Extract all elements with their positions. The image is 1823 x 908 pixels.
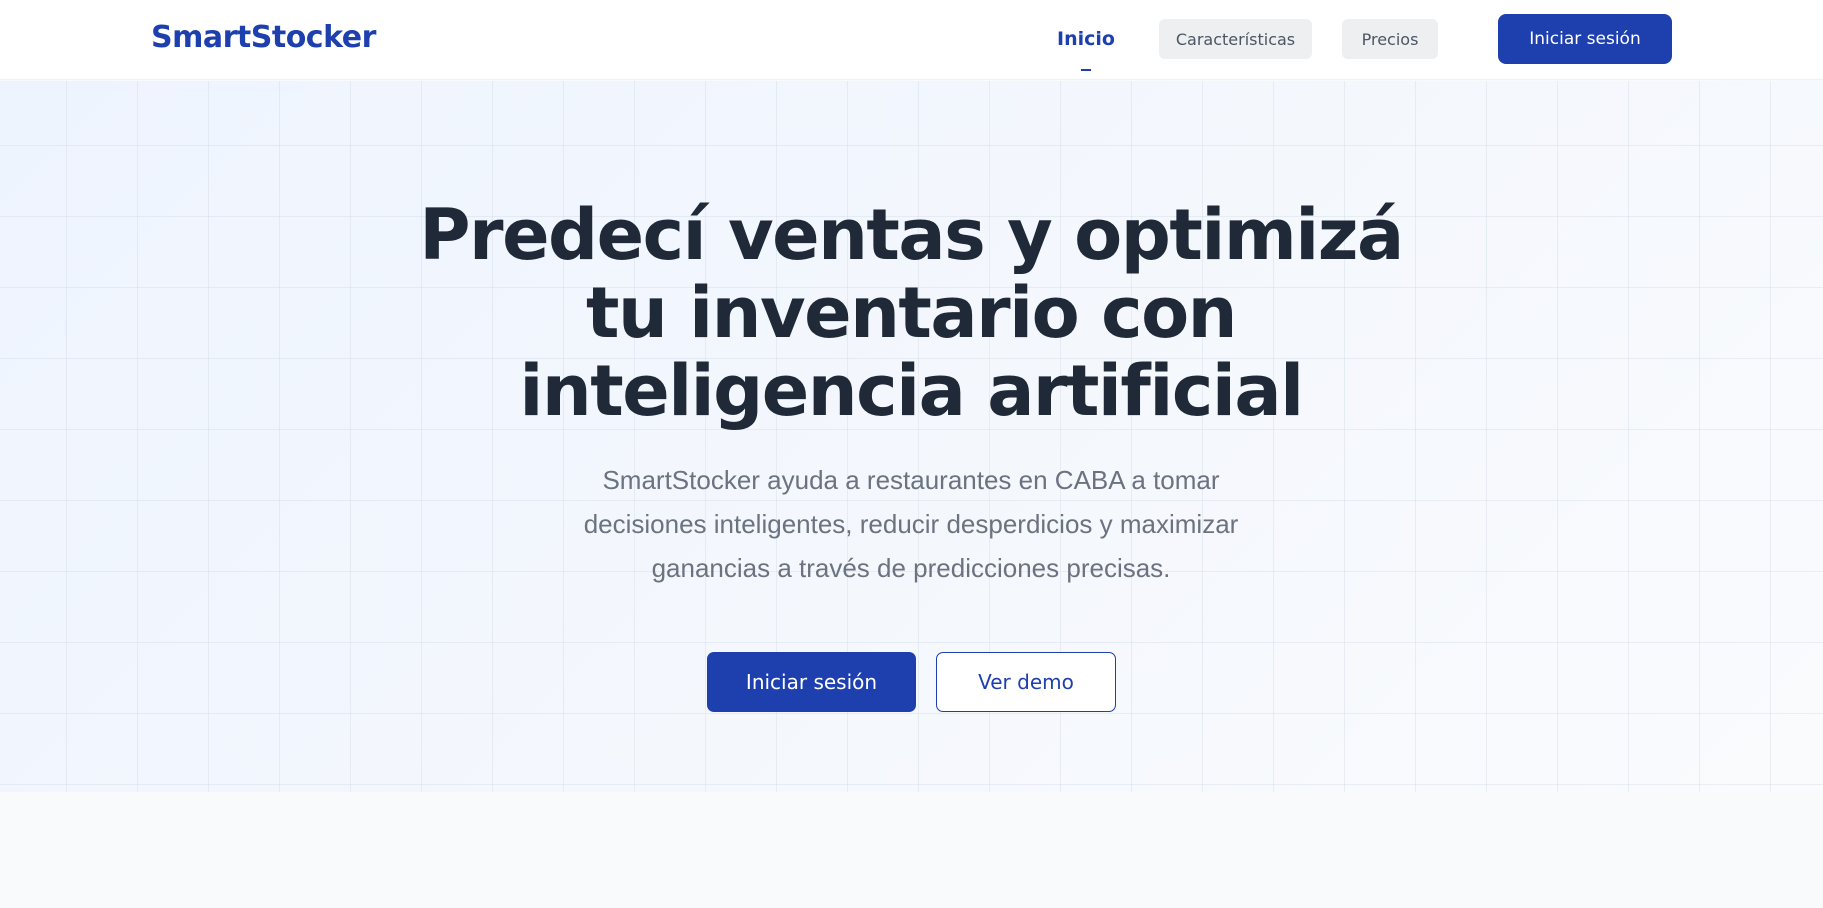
- header-login-button[interactable]: Iniciar sesión: [1498, 14, 1672, 64]
- top-navbar: SmartStocker Inicio Características Prec…: [0, 0, 1823, 80]
- hero-subtitle-line: decisiones inteligentes, reducir desperd…: [583, 509, 1239, 539]
- demo-button[interactable]: Ver demo: [936, 652, 1116, 712]
- nav-item-inicio[interactable]: Inicio: [1054, 19, 1118, 59]
- hero-title-line: inteligencia artificial: [519, 350, 1304, 432]
- hero-subtitle: SmartStocker ayuda a restaurantes en CAB…: [541, 458, 1281, 590]
- nav-active-indicator: [1081, 69, 1091, 71]
- hero-title: Predecí ventas y optimizá tu inventario …: [411, 196, 1411, 430]
- nav-item-precios[interactable]: Precios: [1342, 19, 1438, 59]
- brand-logo[interactable]: SmartStocker: [151, 20, 376, 55]
- hero-subtitle-line: SmartStocker ayuda a restaurantes en CAB…: [602, 465, 1220, 495]
- hero-login-button[interactable]: Iniciar sesión: [707, 652, 916, 712]
- hero-title-line: tu inventario con: [585, 272, 1238, 354]
- hero-subtitle-line: ganancias a través de predicciones preci…: [651, 553, 1171, 583]
- nav-item-caracteristicas[interactable]: Características: [1159, 19, 1312, 59]
- hero-title-line: Predecí ventas y optimizá: [419, 194, 1404, 276]
